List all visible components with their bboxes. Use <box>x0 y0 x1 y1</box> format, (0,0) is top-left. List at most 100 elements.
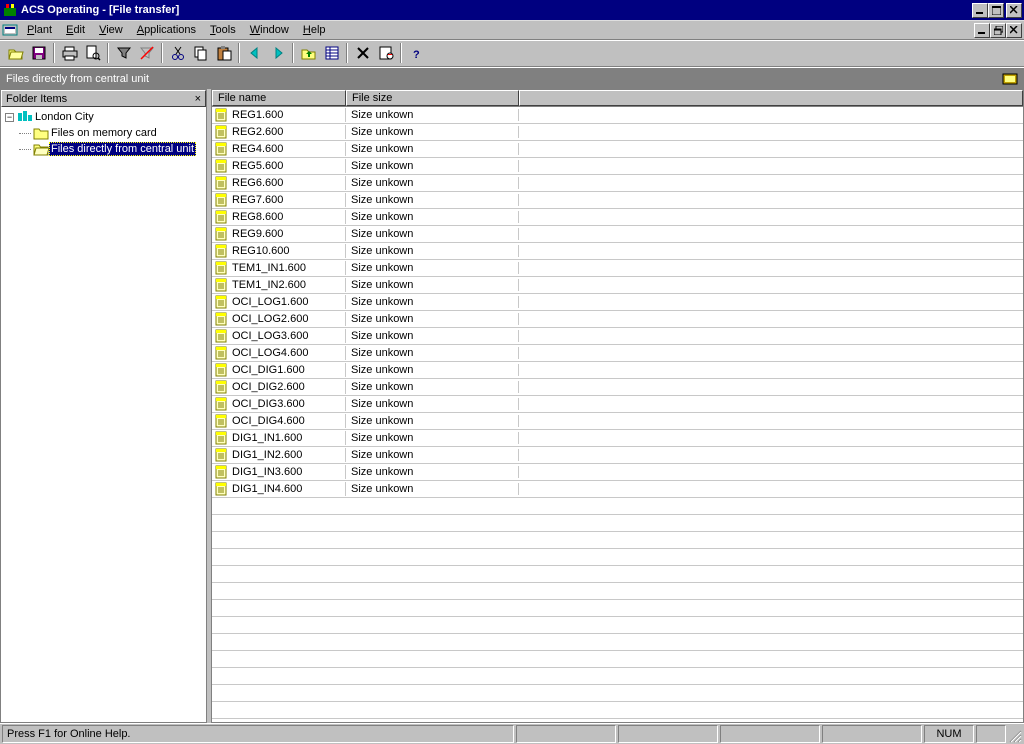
table-row[interactable]: OCI_LOG1.600Size unkown <box>212 294 1023 311</box>
table-row[interactable]: OCI_DIG1.600Size unkown <box>212 362 1023 379</box>
maximize-button[interactable] <box>988 3 1004 18</box>
tree-node-central-unit[interactable]: Files directly from central unit <box>1 141 206 157</box>
list-header: File name File size <box>212 90 1023 107</box>
table-row[interactable]: REG8.600Size unkown <box>212 209 1023 226</box>
mdi-icon[interactable] <box>2 22 18 38</box>
file-name: OCI_LOG1.600 <box>232 296 308 308</box>
copy-icon[interactable] <box>189 42 212 64</box>
tree-pane: Folder Items × − London City Files on me… <box>0 89 207 723</box>
list-view-icon[interactable] <box>320 42 343 64</box>
file-size: Size unkown <box>346 126 519 138</box>
up-folder-icon[interactable] <box>297 42 320 64</box>
table-row[interactable]: OCI_LOG2.600Size unkown <box>212 311 1023 328</box>
file-size: Size unkown <box>346 228 519 240</box>
column-header-size[interactable]: File size <box>346 90 519 106</box>
table-row[interactable]: REG9.600 Size unkown <box>212 226 1023 243</box>
table-row[interactable]: TEM1_IN1.600Size unkown <box>212 260 1023 277</box>
status-text: Press F1 for Online Help. <box>2 725 514 743</box>
column-header-blank[interactable] <box>519 90 1023 106</box>
file-icon <box>214 142 230 156</box>
table-row[interactable]: OCI_LOG4.600Size unkown <box>212 345 1023 362</box>
file-name: DIG1_IN4.600 <box>232 483 302 495</box>
back-icon[interactable] <box>243 42 266 64</box>
print-preview-icon[interactable] <box>81 42 104 64</box>
file-icon <box>214 363 230 377</box>
status-cell-5 <box>976 725 1006 743</box>
table-row[interactable]: REG5.600 Size unkown <box>212 158 1023 175</box>
menu-applications[interactable]: Applications <box>130 22 203 38</box>
file-name: DIG1_IN1.600 <box>232 432 302 444</box>
table-row[interactable]: DIG1_IN1.600 Size unkown <box>212 430 1023 447</box>
delete-icon[interactable] <box>351 42 374 64</box>
table-row[interactable]: REG10.600Size unkown <box>212 243 1023 260</box>
save-icon[interactable] <box>27 42 50 64</box>
filter-clear-icon[interactable] <box>135 42 158 64</box>
menu-tools[interactable]: Tools <box>203 22 243 38</box>
table-row[interactable]: REG6.600Size unkown <box>212 175 1023 192</box>
table-row[interactable]: TEM1_IN2.600Size unkown <box>212 277 1023 294</box>
toolbar: ? <box>0 39 1024 67</box>
table-row[interactable]: DIG1_IN3.600Size unkown <box>212 464 1023 481</box>
table-row[interactable]: DIG1_IN2.600Size unkown <box>212 447 1023 464</box>
open-icon[interactable] <box>4 42 27 64</box>
app-icon <box>2 2 18 18</box>
list-body[interactable]: REG1.600Size unkownREG2.600Size unkownRE… <box>212 107 1023 722</box>
file-size: Size unkown <box>346 432 519 444</box>
minimize-button[interactable] <box>972 3 988 18</box>
list-pane: File name File size REG1.600Size unkownR… <box>211 89 1024 723</box>
mdi-minimize-button[interactable] <box>974 23 990 38</box>
menu-bar: Plant Edit View Applications Tools Windo… <box>0 20 1024 39</box>
file-icon <box>214 295 230 309</box>
table-row[interactable]: REG4.600Size unkown <box>212 141 1023 158</box>
table-row[interactable]: OCI_DIG4.600 Size unkown <box>212 413 1023 430</box>
file-size: Size unkown <box>346 143 519 155</box>
tree-body[interactable]: − London City Files on memory card Files… <box>1 107 206 722</box>
file-size: Size unkown <box>346 160 519 172</box>
paste-icon[interactable] <box>212 42 235 64</box>
menu-view[interactable]: View <box>92 22 130 38</box>
file-icon <box>214 227 230 241</box>
table-row-empty <box>212 617 1023 634</box>
menu-edit[interactable]: Edit <box>59 22 92 38</box>
column-header-name[interactable]: File name <box>212 90 346 106</box>
file-size: Size unkown <box>346 415 519 427</box>
mdi-close-button[interactable] <box>1006 23 1022 38</box>
table-row[interactable]: REG1.600Size unkown <box>212 107 1023 124</box>
table-row[interactable]: DIG1_IN4.600Size unkown <box>212 481 1023 498</box>
table-row[interactable]: REG7.600Size unkown <box>212 192 1023 209</box>
filter-icon[interactable] <box>112 42 135 64</box>
tree-close-button[interactable]: × <box>195 93 201 105</box>
tree-node-memory-card[interactable]: Files on memory card <box>1 125 206 141</box>
table-row-empty <box>212 668 1023 685</box>
forward-icon[interactable] <box>266 42 289 64</box>
print-icon[interactable] <box>58 42 81 64</box>
table-row[interactable]: OCI_DIG3.600Size unkown <box>212 396 1023 413</box>
file-name: REG5.600 <box>232 160 283 172</box>
properties-icon[interactable] <box>374 42 397 64</box>
menu-plant[interactable]: Plant <box>20 22 59 38</box>
tree-header-label: Folder Items <box>6 93 67 105</box>
svg-text:?: ? <box>413 49 420 61</box>
cut-icon[interactable] <box>166 42 189 64</box>
table-row[interactable]: REG2.600Size unkown <box>212 124 1023 141</box>
file-name: REG9.600 <box>232 228 283 240</box>
resize-grip[interactable] <box>1006 725 1022 743</box>
help-icon[interactable]: ? <box>405 42 428 64</box>
table-row-empty <box>212 498 1023 515</box>
file-size: Size unkown <box>346 211 519 223</box>
file-name: OCI_DIG4.600 <box>232 415 305 427</box>
main-area: Folder Items × − London City Files on me… <box>0 89 1024 723</box>
tree-root-row[interactable]: − London City <box>1 109 206 125</box>
mdi-restore-button[interactable] <box>990 23 1006 38</box>
close-button[interactable] <box>1006 3 1022 18</box>
section-icon[interactable] <box>1002 71 1018 87</box>
file-icon <box>214 346 230 360</box>
status-cell-2 <box>618 725 718 743</box>
tree-collapse-icon[interactable]: − <box>5 113 14 122</box>
table-row[interactable]: OCI_DIG2.600Size unkown <box>212 379 1023 396</box>
menu-help[interactable]: Help <box>296 22 333 38</box>
table-row[interactable]: OCI_LOG3.600Size unkown <box>212 328 1023 345</box>
file-icon <box>214 431 230 445</box>
menu-window[interactable]: Window <box>243 22 296 38</box>
file-icon <box>214 482 230 496</box>
